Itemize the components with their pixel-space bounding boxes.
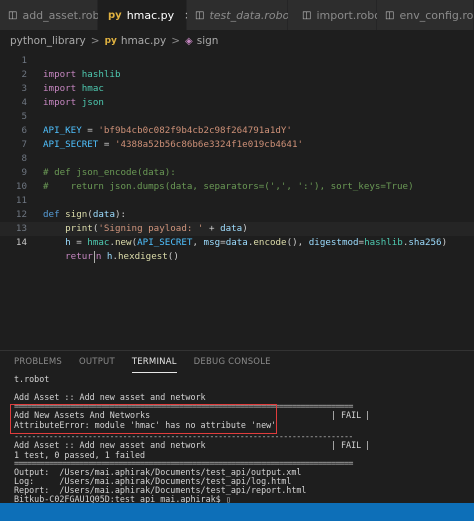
code-line: 11 def sign(data):	[0, 180, 474, 220]
module-name: hmac	[87, 237, 110, 248]
fail-status: FAIL	[341, 410, 362, 420]
terminal-separator: |	[331, 440, 337, 450]
module-name: hashlib	[364, 237, 403, 248]
terminal-separator: |	[331, 410, 337, 420]
terminal-separator: |	[365, 440, 371, 450]
tab-debug-console[interactable]: DEBUG CONSOLE	[194, 351, 271, 373]
fail-status: FAIL	[341, 440, 362, 450]
punctuation: ,	[192, 237, 204, 248]
terminal-line: t.robot	[14, 374, 50, 384]
function-call: hexdigest	[118, 251, 168, 262]
tab-test-data-robot[interactable]: ◫ test_data.robot	[187, 0, 294, 30]
keyword-argument: msg	[203, 237, 221, 248]
tab-label: hmac.py	[126, 8, 175, 22]
code-line: 13 h = hmac.new(API_SECRET, msg=data.enc…	[0, 208, 474, 248]
parameter: data	[225, 237, 248, 248]
punctuation: ,	[297, 237, 309, 248]
error-highlight-box	[10, 404, 277, 434]
code-line-current: 14 retur n h.hexdigest()	[0, 222, 474, 263]
function-call: new	[114, 237, 132, 248]
tab-output[interactable]: OUTPUT	[79, 351, 115, 373]
code-line: 1 import hashlib	[0, 40, 474, 80]
text-cursor	[93, 250, 95, 263]
code-line: 7	[0, 124, 474, 150]
keyword: retur	[65, 251, 93, 262]
code-line: 2 import hmac	[0, 54, 474, 94]
tab-problems[interactable]: PROBLEMS	[14, 351, 62, 373]
tab-add-asset-robot[interactable]: ◫ add_asset.robot	[0, 0, 110, 30]
punctuation: ()	[167, 251, 179, 262]
code-line: 5 API_KEY = 'bf9b4cb0c082f9b4cb2c98f2647…	[0, 96, 474, 136]
operator: =	[70, 237, 88, 248]
code-line: 3 import json	[0, 68, 474, 108]
variable: API_SECRET	[137, 237, 193, 248]
tab-import-robot[interactable]: ◫ import.robot	[288, 0, 385, 30]
tab-label: import.robot	[316, 8, 386, 22]
robot-file-icon: ◫	[385, 9, 395, 21]
python-file-icon: py	[108, 9, 122, 21]
code-line: 9 # return json.dumps(data, separators=(…	[0, 152, 474, 192]
tab-env-config-robot[interactable]: ◫ env_config.robot	[377, 0, 474, 30]
line-number: 14	[15, 237, 27, 248]
panel-tab-bar: PROBLEMS OUTPUT TERMINAL DEBUG CONSOLE	[0, 350, 474, 373]
robot-file-icon: ◫	[8, 9, 18, 21]
attribute: sha256	[408, 237, 442, 248]
terminal-line: Add Asset :: Add new asset and network	[14, 440, 206, 450]
terminal[interactable]: t.robot Add Asset :: Add new asset and n…	[0, 372, 474, 510]
tab-terminal[interactable]: TERMINAL	[131, 351, 177, 373]
code-line: 6 API_SECRET = '4388a52b56c86b6e3324f1e0…	[0, 110, 474, 150]
editor-tab-bar: ◫ add_asset.robot py hmac.py × ◫ test_da…	[0, 0, 474, 30]
status-bar	[0, 503, 474, 521]
punctuation: ()	[286, 237, 298, 248]
punctuation: )	[441, 237, 448, 248]
code-line: 8 # def json_encode(data):	[0, 138, 474, 178]
code-line: 12 print('Signing payload: ' + data)	[0, 194, 474, 234]
robot-file-icon: ◫	[302, 9, 312, 21]
code-line: 4	[0, 82, 474, 108]
code-line: 10	[0, 166, 474, 192]
robot-file-icon: ◫	[195, 9, 205, 21]
function-call: encode	[253, 237, 287, 248]
keyword: n	[95, 251, 102, 262]
tab-label: test_data.robot	[209, 8, 294, 22]
tab-hmac-py[interactable]: py hmac.py ×	[98, 0, 193, 30]
tab-label: env_config.robot	[399, 8, 474, 22]
terminal-separator: |	[365, 410, 371, 420]
keyword-argument: digestmod	[308, 237, 359, 248]
code-editor[interactable]: 1 import hashlib 2 import hmac 3 import …	[0, 40, 474, 350]
